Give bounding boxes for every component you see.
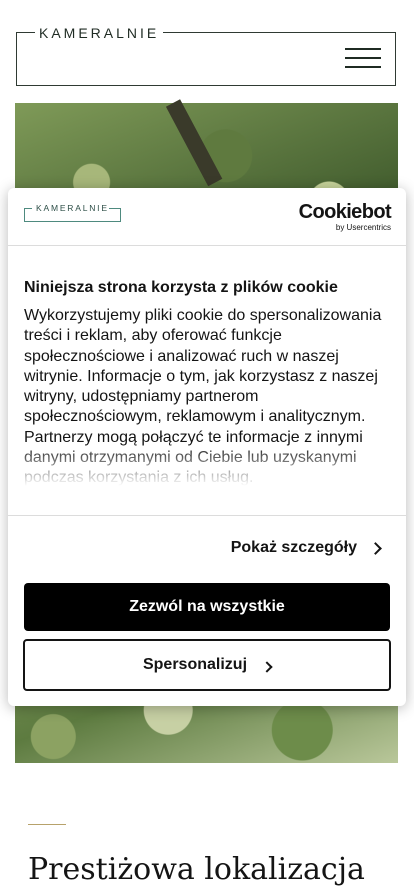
- hamburger-menu-icon[interactable]: [345, 48, 381, 70]
- customize-label: Spersonalizuj: [142, 656, 248, 673]
- cookie-dialog-body[interactable]: Niniejsza strona korzysta z plików cooki…: [24, 278, 390, 486]
- chevron-right-icon: [261, 661, 273, 673]
- section-title: Prestiżowa lokalizacja: [28, 852, 365, 887]
- site-logo[interactable]: KAMERALNIE: [35, 25, 164, 41]
- cookie-dialog-title: Niniejsza strona korzysta z plików cooki…: [24, 279, 338, 296]
- chevron-right-icon: [369, 541, 382, 555]
- show-details-link[interactable]: Pokaż szczegóły: [230, 538, 382, 558]
- customize-button[interactable]: Spersonalizuj: [23, 639, 391, 691]
- cookiebot-logo[interactable]: Cookiebot by Usercentrics: [298, 201, 392, 232]
- allow-all-label: Zezwól na wszystkie: [129, 598, 285, 615]
- section-divider: [28, 824, 66, 825]
- cookie-dialog-header: KAMERALNIE Cookiebot by Usercentrics: [8, 188, 406, 246]
- cookie-consent-dialog: KAMERALNIE Cookiebot by Usercentrics Nin…: [8, 188, 406, 706]
- text-fade-overlay: [24, 444, 390, 486]
- dialog-site-logo: KAMERALNIE: [24, 203, 121, 222]
- tree-branch-decoration: [165, 99, 223, 187]
- site-header: KAMERALNIE: [16, 25, 396, 86]
- dialog-logo-text: KAMERALNIE: [36, 203, 109, 213]
- show-details-label: Pokaż szczegóły: [230, 539, 357, 556]
- cookiebot-brand-sub: by Usercentrics: [335, 223, 391, 232]
- allow-all-button[interactable]: Zezwól na wszystkie: [24, 583, 390, 631]
- dialog-divider: [8, 515, 406, 516]
- cookiebot-brand: Cookiebot: [298, 201, 392, 223]
